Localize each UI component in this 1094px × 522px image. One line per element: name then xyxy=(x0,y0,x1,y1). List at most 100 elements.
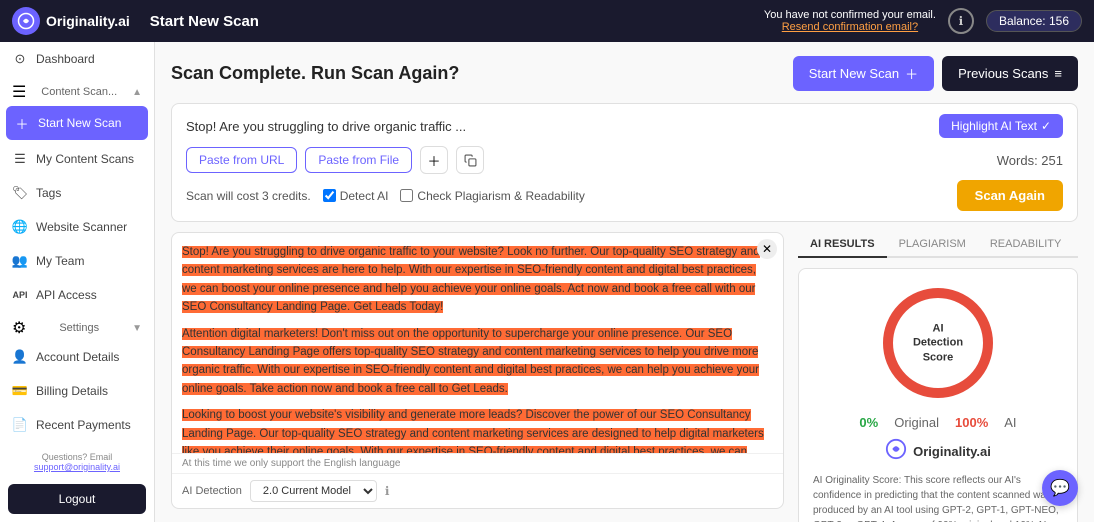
highlighted-paragraph-3: Looking to boost your website's visibili… xyxy=(182,409,764,453)
page-header: Scan Complete. Run Scan Again? Start New… xyxy=(171,56,1078,91)
sidebar-label-api-access: API Access xyxy=(36,288,97,302)
scan-again-button[interactable]: Scan Again xyxy=(957,180,1063,211)
check-plagiarism-checkbox-label[interactable]: Check Plagiarism & Readability xyxy=(400,189,584,203)
settings-icon: ⚙ xyxy=(12,318,26,338)
sidebar-section-settings[interactable]: ⚙ Settings ▼ xyxy=(0,312,154,340)
scan-complete-title: Scan Complete. Run Scan Again? xyxy=(171,63,459,84)
sidebar-item-billing-details[interactable]: 💳 Billing Details xyxy=(0,374,154,408)
menu-icon: ≡ xyxy=(1054,66,1062,81)
right-panel: AI RESULTS PLAGIARISM READABILITY xyxy=(798,232,1078,522)
detect-ai-checkbox-label[interactable]: Detect AI xyxy=(323,189,389,203)
payments-icon: 📄 xyxy=(12,417,28,433)
sidebar-label-billing-details: Billing Details xyxy=(36,384,108,398)
topbar: Originality.ai Start New Scan You have n… xyxy=(0,0,1094,42)
logo-icon xyxy=(12,7,40,35)
chat-icon: 💬 xyxy=(1050,478,1070,498)
words-count: Words: 251 xyxy=(997,153,1063,168)
original-label: Original xyxy=(894,415,939,430)
website-icon: 🌐 xyxy=(12,219,28,235)
scan-input-row: Stop! Are you struggling to drive organi… xyxy=(186,114,1063,138)
score-circle: AI Detection Score xyxy=(878,283,998,403)
brand-name: Originality.ai xyxy=(913,444,991,459)
dashboard-icon: ⊙ xyxy=(12,51,28,67)
chat-bubble[interactable]: 💬 xyxy=(1042,470,1078,506)
ai-label: AI xyxy=(1004,415,1016,430)
sidebar: ⊙ Dashboard ☰ Content Scan... ▲ ＋ Start … xyxy=(0,42,155,522)
tab-plagiarism[interactable]: PLAGIARISM xyxy=(887,232,978,258)
scan-options: Scan will cost 3 credits. Detect AI Chec… xyxy=(186,180,1063,211)
plus-icon: ＋ xyxy=(905,64,918,83)
sidebar-label-account-details: Account Details xyxy=(36,350,119,364)
close-panel-button[interactable]: ✕ xyxy=(757,239,777,259)
ai-model-row: AI Detection 2.0 Current Model ℹ xyxy=(172,473,783,508)
tags-icon: 🏷 xyxy=(12,185,28,201)
copy-icon-button[interactable] xyxy=(456,146,484,174)
sidebar-item-website-scanner[interactable]: 🌐 Website Scanner xyxy=(0,210,154,244)
detection-score-panel: AI Detection Score 0% Original 100% AI xyxy=(798,268,1078,522)
sidebar-item-my-team[interactable]: 👥 My Team xyxy=(0,244,154,278)
sidebar-label-start-new-scan: Start New Scan xyxy=(38,116,121,130)
sidebar-item-start-new-scan[interactable]: ＋ Start New Scan xyxy=(6,106,148,140)
sidebar-item-dashboard[interactable]: ⊙ Dashboard xyxy=(0,42,154,76)
text-content: Stop! Are you struggling to drive organi… xyxy=(172,233,783,453)
score-description: AI Originality Score: This score reflect… xyxy=(813,473,1063,522)
text-panel: ✕ Stop! Are you struggling to drive orga… xyxy=(171,232,784,509)
resend-email-link[interactable]: Resend confirmation email? xyxy=(782,21,918,33)
tab-readability[interactable]: READABILITY xyxy=(978,232,1074,258)
sidebar-label-my-team: My Team xyxy=(36,254,84,268)
sidebar-item-api-access[interactable]: API API Access xyxy=(0,278,154,312)
sidebar-item-tags[interactable]: 🏷 Tags xyxy=(0,176,154,210)
sidebar-label-content-scan: Content Scan... xyxy=(41,86,117,98)
content-grid: ✕ Stop! Are you struggling to drive orga… xyxy=(171,232,1078,522)
highlighted-paragraph-2: Attention digital marketers! Don't miss … xyxy=(182,328,759,395)
language-note: At this time we only support the English… xyxy=(172,453,783,473)
sidebar-label-settings: Settings xyxy=(59,322,99,334)
sidebar-label-website-scanner: Website Scanner xyxy=(36,220,127,234)
support-email-link[interactable]: support@originality.ai xyxy=(34,462,120,472)
main-content: Scan Complete. Run Scan Again? Start New… xyxy=(155,42,1094,522)
info-model-icon: ℹ xyxy=(385,484,390,498)
sidebar-bottom: Logout xyxy=(0,476,154,522)
sidebar-item-my-content-scans[interactable]: ☰ My Content Scans xyxy=(0,142,154,176)
brand-logo-icon xyxy=(885,438,907,465)
sidebar-item-recent-payments[interactable]: 📄 Recent Payments xyxy=(0,408,154,442)
sidebar-label-tags: Tags xyxy=(36,186,61,200)
account-icon: 👤 xyxy=(12,349,28,365)
start-new-scan-button[interactable]: Start New Scan ＋ xyxy=(793,56,934,91)
paste-from-file-button[interactable]: Paste from File xyxy=(305,147,412,173)
results-tabs: AI RESULTS PLAGIARISM READABILITY xyxy=(798,232,1078,258)
my-scans-icon: ☰ xyxy=(12,151,28,167)
settings-chevron-icon: ▼ xyxy=(132,323,142,334)
sidebar-label-my-content-scans: My Content Scans xyxy=(36,152,134,166)
tab-ai-results[interactable]: AI RESULTS xyxy=(798,232,887,258)
support-text: Questions? Email support@originality.ai xyxy=(0,448,154,476)
check-plagiarism-checkbox[interactable] xyxy=(400,189,413,202)
sidebar-section-content-scan[interactable]: ☰ Content Scan... ▲ xyxy=(0,76,154,104)
detect-ai-checkbox[interactable] xyxy=(323,189,336,202)
sidebar-item-account-details[interactable]: 👤 Account Details xyxy=(0,340,154,374)
paste-from-url-button[interactable]: Paste from URL xyxy=(186,147,297,173)
email-notice: You have not confirmed your email. Resen… xyxy=(764,9,936,33)
logout-button[interactable]: Logout xyxy=(8,484,146,514)
app-logo: Originality.ai xyxy=(12,7,130,35)
team-icon: 👥 xyxy=(12,253,28,269)
scan-actions: Paste from URL Paste from File ＋ Words: … xyxy=(186,146,1063,174)
highlight-ai-text-button[interactable]: Highlight AI Text ✓ xyxy=(939,114,1063,138)
info-icon[interactable]: ℹ xyxy=(948,8,974,34)
ai-score: 100% xyxy=(955,415,988,430)
highlighted-paragraph-1: Stop! Are you struggling to drive organi… xyxy=(182,246,760,313)
page-title-topbar: Start New Scan xyxy=(150,13,259,30)
checkmark-icon: ✓ xyxy=(1041,119,1051,133)
score-circle-label: AI Detection Score xyxy=(908,322,968,365)
previous-scans-button[interactable]: Previous Scans ≡ xyxy=(942,56,1078,91)
scan-input-preview: Stop! Are you struggling to drive organi… xyxy=(186,119,939,134)
content-scan-icon: ☰ xyxy=(12,82,26,102)
app-name: Originality.ai xyxy=(46,13,130,29)
scan-input-area: Stop! Are you struggling to drive organi… xyxy=(171,103,1078,222)
billing-icon: 💳 xyxy=(12,383,28,399)
score-row: 0% Original 100% AI xyxy=(859,415,1016,430)
ai-model-select[interactable]: 2.0 Current Model xyxy=(250,480,377,502)
add-icon-button[interactable]: ＋ xyxy=(420,146,448,174)
api-icon: API xyxy=(12,287,28,303)
originality-branding: Originality.ai xyxy=(885,438,991,465)
